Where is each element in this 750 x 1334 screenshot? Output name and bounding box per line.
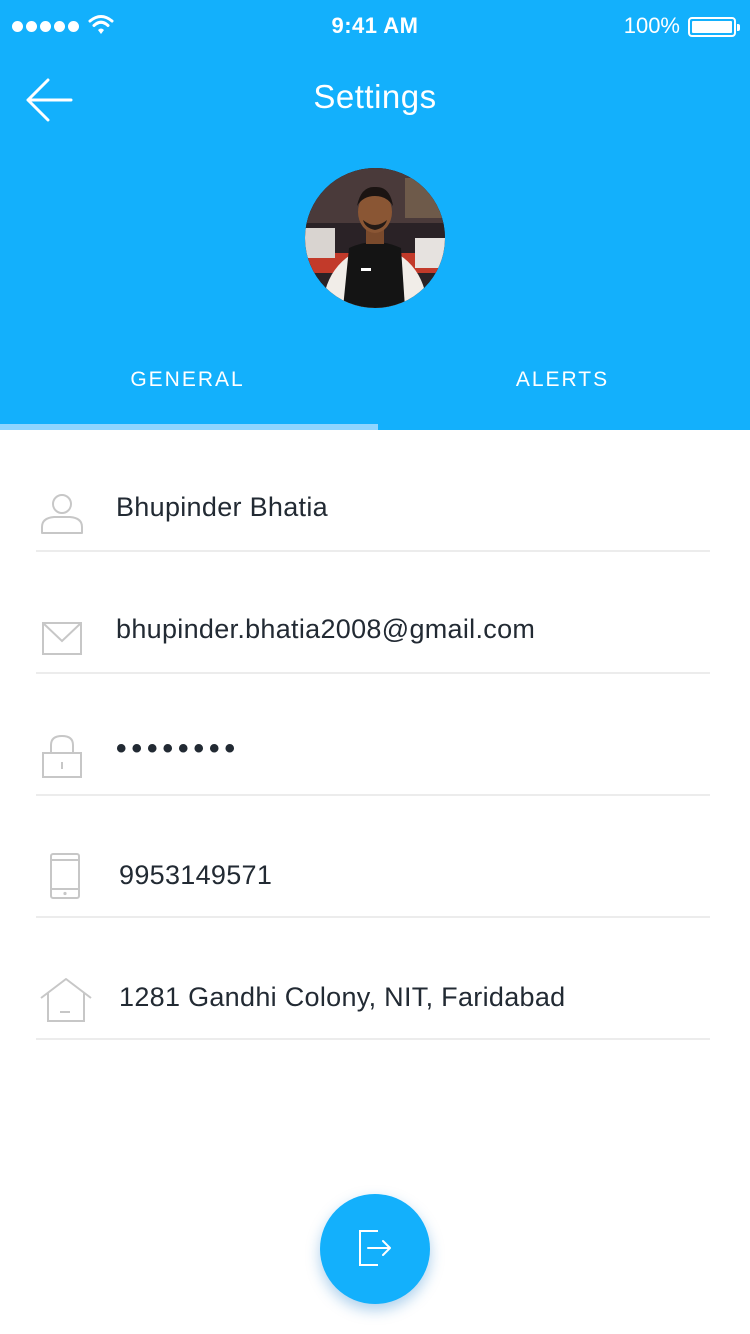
page-title: Settings	[313, 78, 437, 115]
phone-value: 9953149571	[119, 860, 273, 890]
address-value: 1281 Gandhi Colony, NIT, Faridabad	[119, 982, 566, 1012]
status-bar: 9:41 AM 100%	[0, 0, 750, 54]
phone-field[interactable]: 9953149571	[36, 796, 710, 918]
logout-button[interactable]	[320, 1194, 430, 1304]
battery-icon	[688, 17, 740, 37]
home-icon	[40, 978, 92, 1022]
logout-icon	[359, 1230, 391, 1266]
tab-alerts[interactable]: ALERTS	[375, 368, 750, 392]
avatar[interactable]	[305, 168, 445, 308]
lock-icon	[42, 734, 82, 778]
user-icon	[41, 494, 83, 534]
tab-general[interactable]: GENERAL	[0, 368, 375, 392]
address-field[interactable]: 1281 Gandhi Colony, NIT, Faridabad	[36, 918, 710, 1040]
header: 9:41 AM 100% Settings GENERAL ALERTS	[0, 0, 750, 430]
password-field[interactable]: ••••••••	[36, 674, 710, 796]
divider	[36, 1038, 710, 1040]
mobile-phone-icon	[50, 853, 80, 899]
battery-percentage: 100%	[623, 13, 680, 38]
name-value: Bhupinder Bhatia	[116, 492, 328, 522]
email-field[interactable]: bhupinder.bhatia2008@gmail.com	[36, 552, 710, 674]
password-value: ••••••••	[116, 732, 241, 765]
name-field[interactable]: Bhupinder Bhatia	[36, 430, 710, 552]
envelope-icon	[42, 622, 82, 655]
email-value: bhupinder.bhatia2008@gmail.com	[116, 614, 536, 644]
